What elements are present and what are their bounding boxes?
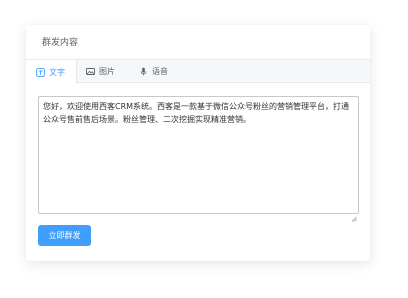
card-title: 群发内容: [42, 38, 79, 48]
microphone-icon: [139, 67, 148, 76]
tab-voice-label: 语音: [152, 66, 168, 76]
tab-text[interactable]: 文字: [26, 59, 77, 84]
content-type-tabs: 文字 图片 语音: [26, 59, 370, 84]
image-icon: [86, 67, 95, 76]
resize-handle-icon[interactable]: [351, 207, 357, 222]
send-broadcast-button[interactable]: 立即群发: [38, 225, 91, 246]
text-icon: [36, 67, 45, 77]
message-textarea[interactable]: 您好，欢迎使用西客CRM系统。西客是一款基于微信公众号粉丝的营销管理平台，打通公…: [38, 96, 359, 214]
tab-image[interactable]: 图片: [86, 59, 115, 83]
tab-text-label: 文字: [49, 67, 65, 77]
broadcast-content-card: 群发内容 文字 图片 语音 您好，欢迎使用西客CRM系统。西客是一款基于微信公众…: [26, 25, 370, 261]
tab-image-label: 图片: [99, 66, 115, 76]
tab-voice[interactable]: 语音: [139, 59, 168, 83]
